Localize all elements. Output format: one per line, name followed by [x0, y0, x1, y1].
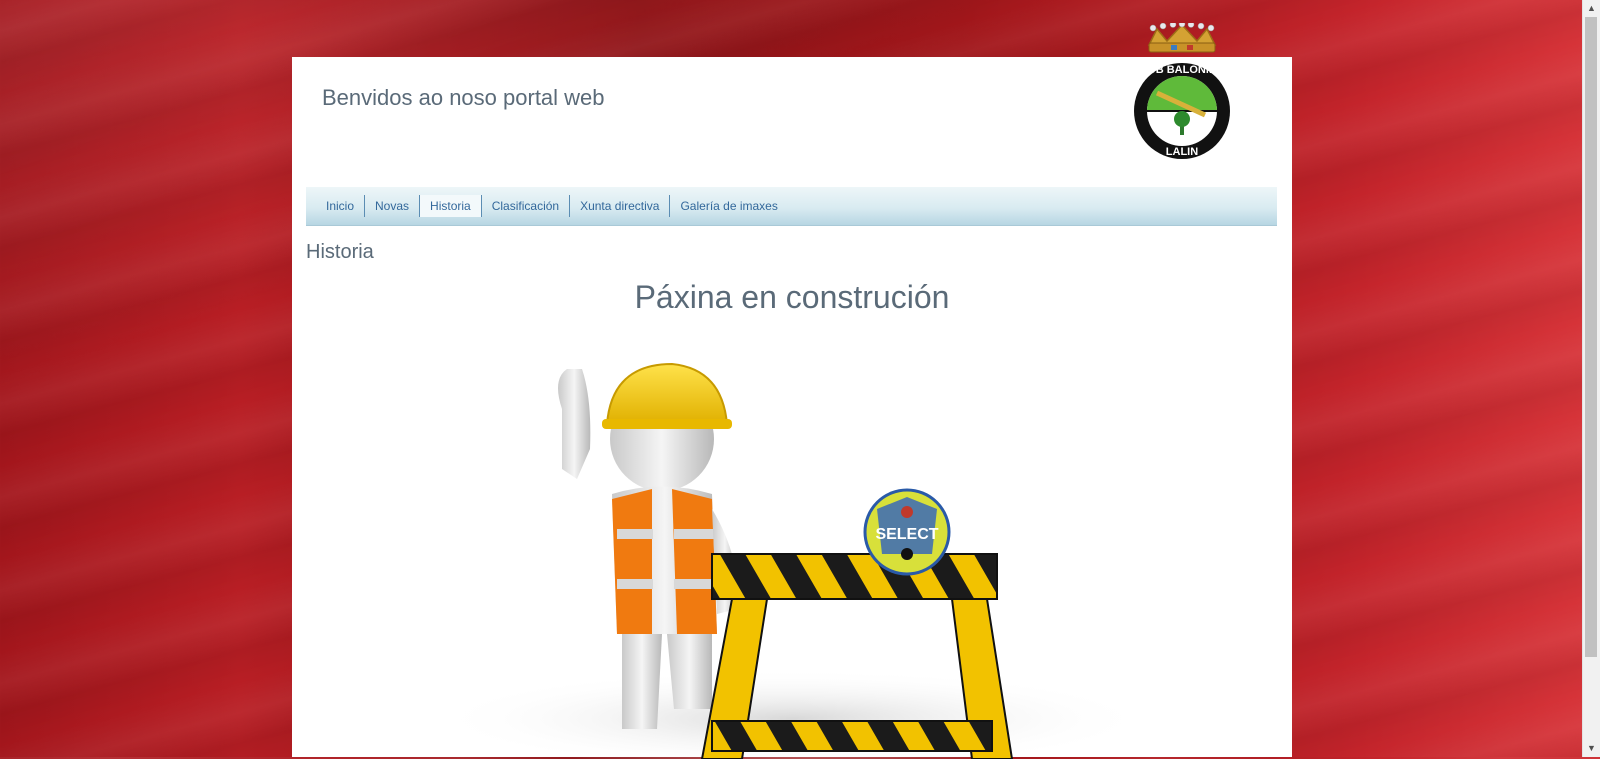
handball-icon: SELECT — [863, 488, 951, 576]
nav-item-novas[interactable]: Novas — [365, 195, 421, 217]
barrier-icon — [700, 553, 1014, 759]
nav-item-historia[interactable]: Historia — [420, 195, 482, 217]
worker-figure-icon — [558, 362, 738, 729]
svg-text:CLUB BALONMAN: CLUB BALONMAN — [1133, 64, 1231, 76]
club-logo[interactable]: CLUB BALONMAN LALIN — [1127, 23, 1237, 163]
scroll-up-arrow-icon[interactable]: ▲ — [1583, 0, 1600, 17]
svg-text:LALIN: LALIN — [1166, 146, 1198, 158]
scrollbar-thumb[interactable] — [1585, 17, 1597, 657]
construction-title: Páxina en construción — [634, 279, 950, 315]
under-construction-illustration: SELECT — [432, 362, 1152, 759]
main-navigation: Inicio Novas Historia Clasificación Xunt… — [306, 187, 1277, 226]
crown-icon — [1147, 23, 1217, 53]
site-title: Benvidos ao noso portal web — [322, 85, 605, 110]
nav-item-inicio[interactable]: Inicio — [316, 195, 366, 217]
vertical-scrollbar[interactable]: ▲ ▼ — [1582, 0, 1600, 757]
scroll-down-arrow-icon[interactable]: ▼ — [1583, 740, 1600, 757]
nav-item-clasificacion[interactable]: Clasificación — [482, 195, 571, 217]
nav-item-xunta-directiva[interactable]: Xunta directiva — [570, 195, 671, 217]
nav-item-galeria-de-imaxes[interactable]: Galería de imaxes — [670, 195, 787, 217]
section-heading: Historia — [306, 241, 374, 263]
svg-text:SELECT: SELECT — [875, 526, 938, 543]
page-container: Benvidos ao noso portal web CLUB BALONMA… — [292, 23, 1292, 759]
